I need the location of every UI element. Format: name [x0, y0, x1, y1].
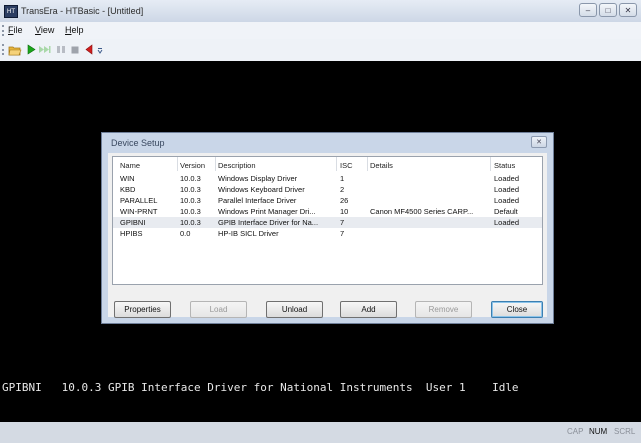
device-list[interactable]: Name Version Description ISC Details Sta…	[112, 156, 543, 285]
title-bar: HT TransEra - HTBasic - [Untitled] – □ ✕	[0, 0, 641, 22]
status-bar: CAP NUM SCRL	[0, 422, 641, 443]
stop-icon[interactable]	[68, 43, 82, 56]
app-icon[interactable]: HT	[4, 5, 18, 18]
column-header-description[interactable]: Description	[218, 161, 333, 170]
device-isc: 1	[340, 174, 345, 183]
device-description: Windows Print Manager Dri...	[218, 207, 316, 216]
device-description: Parallel Interface Driver	[218, 196, 297, 205]
device-name: PARALLEL	[120, 196, 158, 205]
num-lock-indicator: NUM	[589, 427, 608, 436]
device-status: Default	[494, 207, 518, 216]
device-version: 0.0	[180, 229, 191, 238]
device-status: Loaded	[494, 196, 520, 205]
device-name: GPIBNI	[120, 218, 146, 227]
device-isc: 26	[340, 196, 349, 205]
device-name: HPIBS	[120, 229, 143, 238]
device-status: Loaded	[494, 174, 520, 183]
open-folder-icon[interactable]	[8, 43, 22, 56]
overflow-chevron-icon[interactable]	[96, 43, 104, 56]
device-name: KBD	[120, 185, 136, 194]
device-setup-dialog: Device Setup ✕ Name Version Description …	[101, 132, 554, 324]
dialog-title: Device Setup	[111, 138, 165, 148]
device-row-win-prnt[interactable]: WIN-PRNT 10.0.3 Windows Print Manager Dr…	[113, 206, 542, 217]
window-title: TransEra - HTBasic - [Untitled]	[21, 6, 144, 16]
minimize-button[interactable]: –	[579, 3, 597, 17]
column-divider[interactable]	[215, 157, 216, 171]
menu-file-label: File	[8, 25, 23, 35]
close-window-button[interactable]: ✕	[619, 3, 637, 17]
device-details: Canon MF4500 Series CARP...	[370, 207, 474, 216]
menu-help[interactable]: Help	[65, 25, 84, 35]
device-version: 10.0.3	[180, 185, 201, 194]
terminal-status-line: GPIBNI 10.0.3 GPIB Interface Driver for …	[2, 381, 519, 394]
column-divider[interactable]	[367, 157, 368, 171]
maximize-button[interactable]: □	[599, 3, 617, 17]
device-description: Windows Display Driver	[218, 174, 298, 183]
dialog-close-button[interactable]: ✕	[531, 136, 547, 148]
window-controls: – □ ✕	[579, 3, 637, 17]
device-row-hpibs[interactable]: HPIBS 0.0 HP-IB SICL Driver 7	[113, 228, 542, 239]
dialog-body: Name Version Description ISC Details Sta…	[108, 153, 547, 318]
column-divider[interactable]	[177, 157, 178, 171]
device-version: 10.0.3	[180, 218, 201, 227]
unload-button[interactable]: Unload	[266, 301, 323, 318]
continue-icon[interactable]	[38, 43, 52, 56]
device-status: Loaded	[494, 218, 520, 227]
device-isc: 2	[340, 185, 345, 194]
device-row-gpibni[interactable]: GPIBNI 10.0.3 GPIB Interface Driver for …	[113, 217, 542, 228]
column-header-name[interactable]: Name	[120, 161, 175, 170]
device-version: 10.0.3	[180, 174, 201, 183]
menu-view-label: View	[35, 25, 55, 35]
menu-view[interactable]: View	[35, 25, 54, 35]
device-row-win[interactable]: WIN 10.0.3 Windows Display Driver 1 Load…	[113, 173, 542, 184]
step-back-icon[interactable]	[82, 43, 96, 56]
menu-grip-icon	[2, 25, 6, 36]
scroll-lock-indicator: SCRL	[614, 427, 636, 436]
close-button[interactable]: Close	[491, 301, 543, 318]
menu-help-label: Help	[65, 25, 84, 35]
device-isc: 7	[340, 218, 345, 227]
add-button[interactable]: Add	[340, 301, 397, 318]
device-version: 10.0.3	[180, 196, 201, 205]
load-button[interactable]: Load	[190, 301, 247, 318]
device-isc: 7	[340, 229, 345, 238]
device-name: WIN-PRNT	[120, 207, 158, 216]
device-row-parallel[interactable]: PARALLEL 10.0.3 Parallel Interface Drive…	[113, 195, 542, 206]
device-description: Windows Keyboard Driver	[218, 185, 305, 194]
menu-file[interactable]: File	[8, 25, 23, 35]
device-name: WIN	[120, 174, 135, 183]
device-description: HP-IB SICL Driver	[218, 229, 279, 238]
device-row-kbd[interactable]: KBD 10.0.3 Windows Keyboard Driver 2 Loa…	[113, 184, 542, 195]
remove-button[interactable]: Remove	[415, 301, 472, 318]
device-description: GPIB Interface Driver for Na...	[218, 218, 319, 227]
column-divider[interactable]	[336, 157, 337, 171]
column-header-status[interactable]: Status	[494, 161, 539, 170]
device-version: 10.0.3	[180, 207, 201, 216]
device-status: Loaded	[494, 185, 520, 194]
device-isc: 10	[340, 207, 349, 216]
caps-lock-indicator: CAP	[567, 427, 584, 436]
properties-button[interactable]: Properties	[114, 301, 171, 318]
column-divider[interactable]	[490, 157, 491, 171]
toolbar-grip-icon	[2, 44, 6, 55]
column-header-isc[interactable]: ISC	[340, 161, 365, 170]
column-header-details[interactable]: Details	[370, 161, 485, 170]
toolbar	[0, 39, 641, 62]
menu-bar: File View Help	[0, 22, 641, 39]
pause-icon[interactable]	[54, 43, 68, 56]
run-icon[interactable]	[24, 43, 38, 56]
column-header-version[interactable]: Version	[180, 161, 220, 170]
